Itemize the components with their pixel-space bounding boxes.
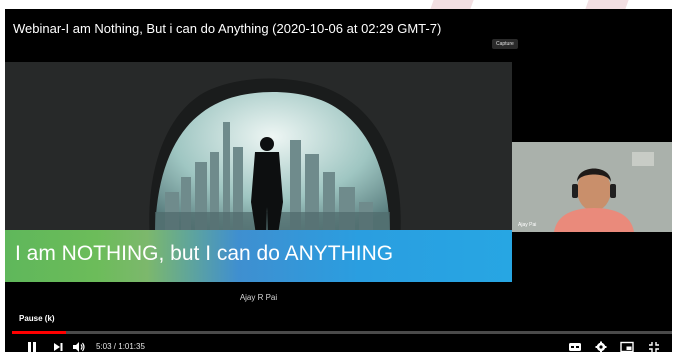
miniplayer-icon xyxy=(620,341,634,352)
gear-icon xyxy=(595,341,607,352)
slide-banner: I am NOTHING, but I can do ANYTHING xyxy=(5,230,512,282)
progress-bar[interactable] xyxy=(12,331,672,334)
closed-captions-icon xyxy=(569,343,581,351)
fullscreen-exit-icon xyxy=(649,342,659,352)
video-title: Webinar-I am Nothing, But i can do Anyth… xyxy=(13,21,442,36)
participant-image xyxy=(512,142,672,232)
fullscreen-button[interactable] xyxy=(648,340,660,352)
miniplayer-button[interactable] xyxy=(620,340,634,352)
participant-name: Ajay Pai xyxy=(518,222,537,228)
main-video-frame[interactable] xyxy=(5,62,512,241)
volume-button[interactable] xyxy=(72,340,86,352)
participant-camera[interactable]: Ajay Pai xyxy=(512,142,672,232)
pause-icon xyxy=(28,342,36,352)
cave-city-image xyxy=(5,62,512,241)
video-player[interactable]: Webinar-I am Nothing, But i can do Anyth… xyxy=(5,9,672,352)
next-button[interactable] xyxy=(52,340,64,352)
presenter-name: Ajay R Pai xyxy=(239,293,278,302)
settings-button[interactable] xyxy=(595,340,607,352)
time-display: 5:03 / 1:01:35 xyxy=(96,342,145,351)
slide-banner-text: I am NOTHING, but I can do ANYTHING xyxy=(15,242,394,265)
next-icon xyxy=(54,343,63,351)
progress-bar-fill xyxy=(12,331,67,334)
captions-button[interactable] xyxy=(568,340,582,352)
pause-tooltip: Pause (k) xyxy=(19,314,55,323)
capture-label: Capture xyxy=(492,39,518,49)
pause-button[interactable] xyxy=(26,340,38,352)
volume-icon xyxy=(73,342,85,352)
